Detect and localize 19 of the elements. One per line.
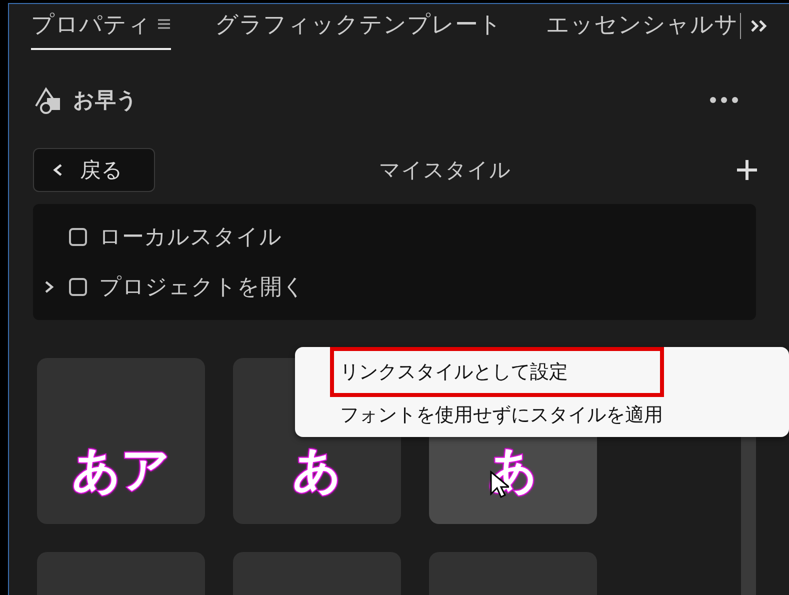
chevron-icon[interactable] bbox=[43, 280, 55, 294]
style-sample: あア bbox=[72, 441, 170, 500]
panel-tab[interactable]: エッセンシャルサ bbox=[546, 2, 738, 50]
checkbox[interactable] bbox=[69, 278, 87, 296]
chevron-left-icon bbox=[52, 163, 64, 177]
panel-tab[interactable]: グラフィックテンプレート bbox=[215, 2, 502, 50]
back-button[interactable]: 戻る bbox=[33, 148, 155, 192]
menu-item[interactable]: リンクスタイルとして設定 bbox=[330, 347, 664, 397]
tree-item[interactable]: プロジェクトを開く bbox=[99, 272, 305, 302]
layer-name: お早う bbox=[73, 87, 138, 114]
style-sample: あ bbox=[292, 441, 342, 500]
section-title: マイスタイル bbox=[378, 157, 512, 184]
tree-item[interactable]: ローカルスタイル bbox=[99, 222, 282, 252]
style-tile[interactable]: あア bbox=[37, 358, 205, 524]
panel-tab[interactable]: プロパティ bbox=[31, 2, 171, 50]
more-options-icon[interactable] bbox=[709, 96, 739, 104]
overflow-chevron-icon[interactable] bbox=[749, 18, 769, 34]
checkbox[interactable] bbox=[69, 228, 87, 246]
add-icon[interactable] bbox=[735, 158, 759, 182]
